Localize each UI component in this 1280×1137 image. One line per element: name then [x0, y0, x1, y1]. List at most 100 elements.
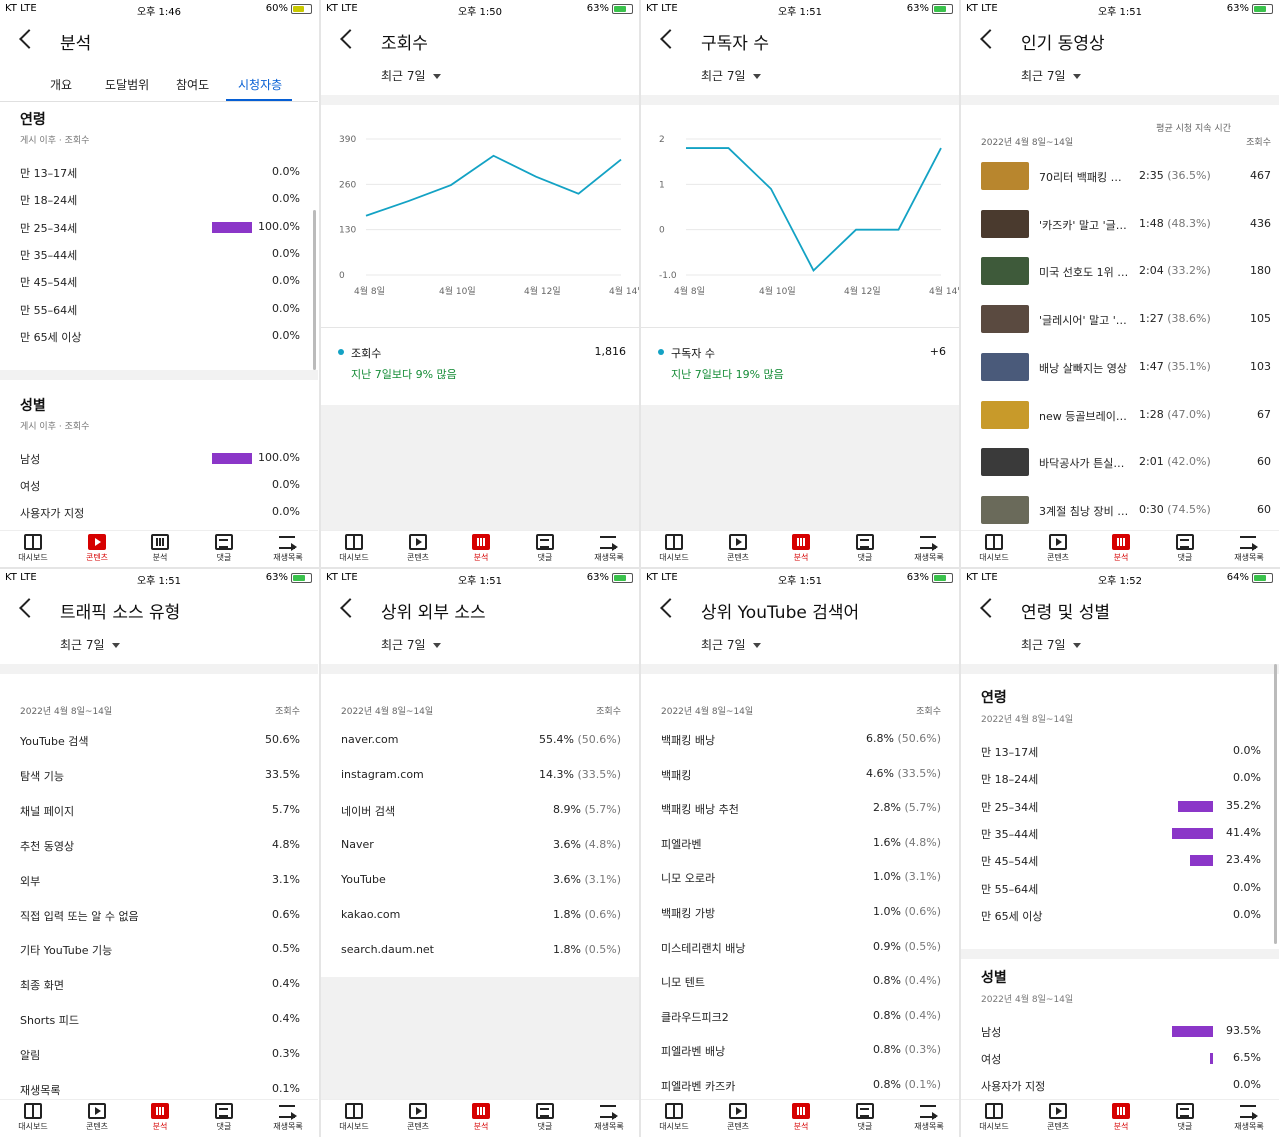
- nav-comments[interactable]: 댓글: [1160, 534, 1210, 563]
- nav-playlists[interactable]: 재생목록: [263, 1103, 313, 1132]
- nav-dashboard[interactable]: 대시보드: [8, 534, 58, 563]
- period-dropdown[interactable]: 최근 7일: [1021, 67, 1081, 84]
- nav-content[interactable]: 콘텐츠: [713, 1103, 763, 1132]
- nav-dashboard[interactable]: 대시보드: [649, 534, 699, 563]
- tab-audience[interactable]: 시청자층: [238, 76, 282, 93]
- back-arrow-icon[interactable]: [19, 598, 39, 618]
- table-row[interactable]: 직접 입력 또는 알 수 없음 0.6%: [20, 908, 300, 924]
- nav-dashboard[interactable]: 대시보드: [969, 534, 1019, 563]
- video-thumbnail[interactable]: [981, 400, 1029, 429]
- nav-content[interactable]: 콘텐츠: [393, 534, 443, 563]
- nav-content[interactable]: 콘텐츠: [1033, 534, 1083, 563]
- nav-content[interactable]: 콘텐츠: [72, 1103, 122, 1132]
- table-row[interactable]: YouTube 검색 50.6%: [20, 733, 300, 749]
- tab-engagement[interactable]: 참여도: [176, 76, 209, 93]
- nav-dashboard[interactable]: 대시보드: [329, 534, 379, 563]
- table-row[interactable]: 니모 오로라 1.0% (3.1%): [661, 870, 941, 886]
- back-arrow-icon[interactable]: [980, 29, 1000, 49]
- nav-content[interactable]: 콘텐츠: [393, 1103, 443, 1132]
- video-row[interactable]: 미국 선호도 1위 텐트 비교 2:04 (33.2%) 180: [981, 257, 1271, 287]
- nav-comments[interactable]: 댓글: [520, 534, 570, 563]
- period-dropdown[interactable]: 최근 7일: [381, 67, 441, 84]
- table-row[interactable]: 피엘라벤 배낭 0.8% (0.3%): [661, 1043, 941, 1059]
- table-row[interactable]: 재생목록 0.1%: [20, 1082, 300, 1098]
- back-arrow-icon[interactable]: [340, 29, 360, 49]
- nav-dashboard[interactable]: 대시보드: [969, 1103, 1019, 1132]
- tab-overview[interactable]: 개요: [50, 76, 72, 93]
- nav-analytics[interactable]: 분석: [1096, 534, 1146, 563]
- nav-analytics[interactable]: 분석: [135, 1103, 185, 1132]
- table-row[interactable]: naver.com 55.4% (50.6%): [341, 733, 621, 749]
- nav-content[interactable]: 콘텐츠: [72, 534, 122, 563]
- nav-playlists[interactable]: 재생목록: [263, 534, 313, 563]
- table-row[interactable]: 알림 0.3%: [20, 1047, 300, 1063]
- back-arrow-icon[interactable]: [980, 598, 1000, 618]
- video-row[interactable]: 3계절 침낭 장비 추천 0:30 (74.5%) 60: [981, 495, 1271, 526]
- table-row[interactable]: 피엘라벤 카즈카 0.8% (0.1%): [661, 1078, 941, 1094]
- nav-playlists[interactable]: 재생목록: [904, 1103, 954, 1132]
- video-row[interactable]: 바닥공사가 튼실해야 2:01 (42.0%) 60: [981, 448, 1271, 478]
- table-row[interactable]: 외부 3.1%: [20, 873, 300, 889]
- table-row[interactable]: Shorts 피드 0.4%: [20, 1012, 300, 1028]
- nav-playlists[interactable]: 재생목록: [584, 1103, 634, 1132]
- nav-comments[interactable]: 댓글: [840, 1103, 890, 1132]
- table-row[interactable]: 추천 동영상 4.8%: [20, 838, 300, 854]
- tab-reach[interactable]: 도달범위: [105, 76, 149, 93]
- video-thumbnail[interactable]: [981, 495, 1029, 524]
- back-arrow-icon[interactable]: [19, 29, 39, 49]
- nav-dashboard[interactable]: 대시보드: [8, 1103, 58, 1132]
- scrollbar[interactable]: [1274, 664, 1277, 944]
- video-thumbnail[interactable]: [981, 209, 1029, 238]
- nav-analytics[interactable]: 분석: [456, 1103, 506, 1132]
- nav-content[interactable]: 콘텐츠: [713, 534, 763, 563]
- table-row[interactable]: 백패킹 배낭 추천 2.8% (5.7%): [661, 801, 941, 817]
- nav-comments[interactable]: 댓글: [840, 534, 890, 563]
- scrollbar[interactable]: [313, 210, 316, 370]
- period-dropdown[interactable]: 최근 7일: [1021, 636, 1081, 653]
- video-thumbnail[interactable]: [981, 162, 1029, 190]
- table-row[interactable]: 탐색 기능 33.5%: [20, 768, 300, 784]
- video-thumbnail[interactable]: [981, 448, 1029, 477]
- nav-content[interactable]: 콘텐츠: [1033, 1103, 1083, 1132]
- nav-playlists[interactable]: 재생목록: [584, 534, 634, 563]
- nav-dashboard[interactable]: 대시보드: [329, 1103, 379, 1132]
- table-row[interactable]: 채널 페이지 5.7%: [20, 803, 300, 819]
- video-row[interactable]: '글레시어' 말고 '카즈카' 1:27 (38.6%) 105: [981, 305, 1271, 335]
- table-row[interactable]: 백패킹 가방 1.0% (0.6%): [661, 905, 941, 921]
- nav-analytics[interactable]: 분석: [456, 534, 506, 563]
- table-row[interactable]: search.daum.net 1.8% (0.5%): [341, 943, 621, 959]
- video-row[interactable]: 70리터 백패킹 배낭 비교 2:35 (36.5%) 467: [981, 162, 1271, 192]
- video-thumbnail[interactable]: [981, 257, 1029, 286]
- table-row[interactable]: 니모 텐트 0.8% (0.4%): [661, 974, 941, 990]
- table-row[interactable]: 클라우드피크2 0.8% (0.4%): [661, 1009, 941, 1025]
- video-row[interactable]: 배낭 살빠지는 영상 1:47 (35.1%) 103: [981, 352, 1271, 383]
- table-row[interactable]: 미스테리랜치 배낭 0.9% (0.5%): [661, 940, 941, 956]
- video-thumbnail[interactable]: [981, 352, 1029, 381]
- video-thumbnail[interactable]: [981, 305, 1029, 334]
- table-row[interactable]: instagram.com 14.3% (33.5%): [341, 768, 621, 784]
- nav-playlists[interactable]: 재생목록: [1224, 534, 1274, 563]
- video-row[interactable]: new 등골브레이커 처리 1:28 (47.0%) 67: [981, 400, 1271, 431]
- table-row[interactable]: 네이버 검색 8.9% (5.7%): [341, 803, 621, 819]
- back-arrow-icon[interactable]: [660, 29, 680, 49]
- table-row[interactable]: 백패킹 4.6% (33.5%): [661, 767, 941, 783]
- video-row[interactable]: '카즈카' 말고 '글레시어' 1:48 (48.3%) 436: [981, 209, 1271, 240]
- period-dropdown[interactable]: 최근 7일: [701, 67, 761, 84]
- nav-playlists[interactable]: 재생목록: [1224, 1103, 1274, 1132]
- table-row[interactable]: 피엘라벤 1.6% (4.8%): [661, 836, 941, 852]
- back-arrow-icon[interactable]: [660, 598, 680, 618]
- period-dropdown[interactable]: 최근 7일: [60, 636, 120, 653]
- period-dropdown[interactable]: 최근 7일: [381, 636, 441, 653]
- table-row[interactable]: 기타 YouTube 기능 0.5%: [20, 942, 300, 958]
- nav-comments[interactable]: 댓글: [199, 1103, 249, 1132]
- nav-comments[interactable]: 댓글: [520, 1103, 570, 1132]
- table-row[interactable]: Naver 3.6% (4.8%): [341, 838, 621, 854]
- table-row[interactable]: YouTube 3.6% (3.1%): [341, 873, 621, 889]
- nav-analytics[interactable]: 분석: [135, 534, 185, 563]
- nav-comments[interactable]: 댓글: [1160, 1103, 1210, 1132]
- nav-dashboard[interactable]: 대시보드: [649, 1103, 699, 1132]
- nav-analytics[interactable]: 분석: [1096, 1103, 1146, 1132]
- nav-analytics[interactable]: 분석: [776, 534, 826, 563]
- nav-comments[interactable]: 댓글: [199, 534, 249, 563]
- table-row[interactable]: 백패킹 배낭 6.8% (50.6%): [661, 732, 941, 748]
